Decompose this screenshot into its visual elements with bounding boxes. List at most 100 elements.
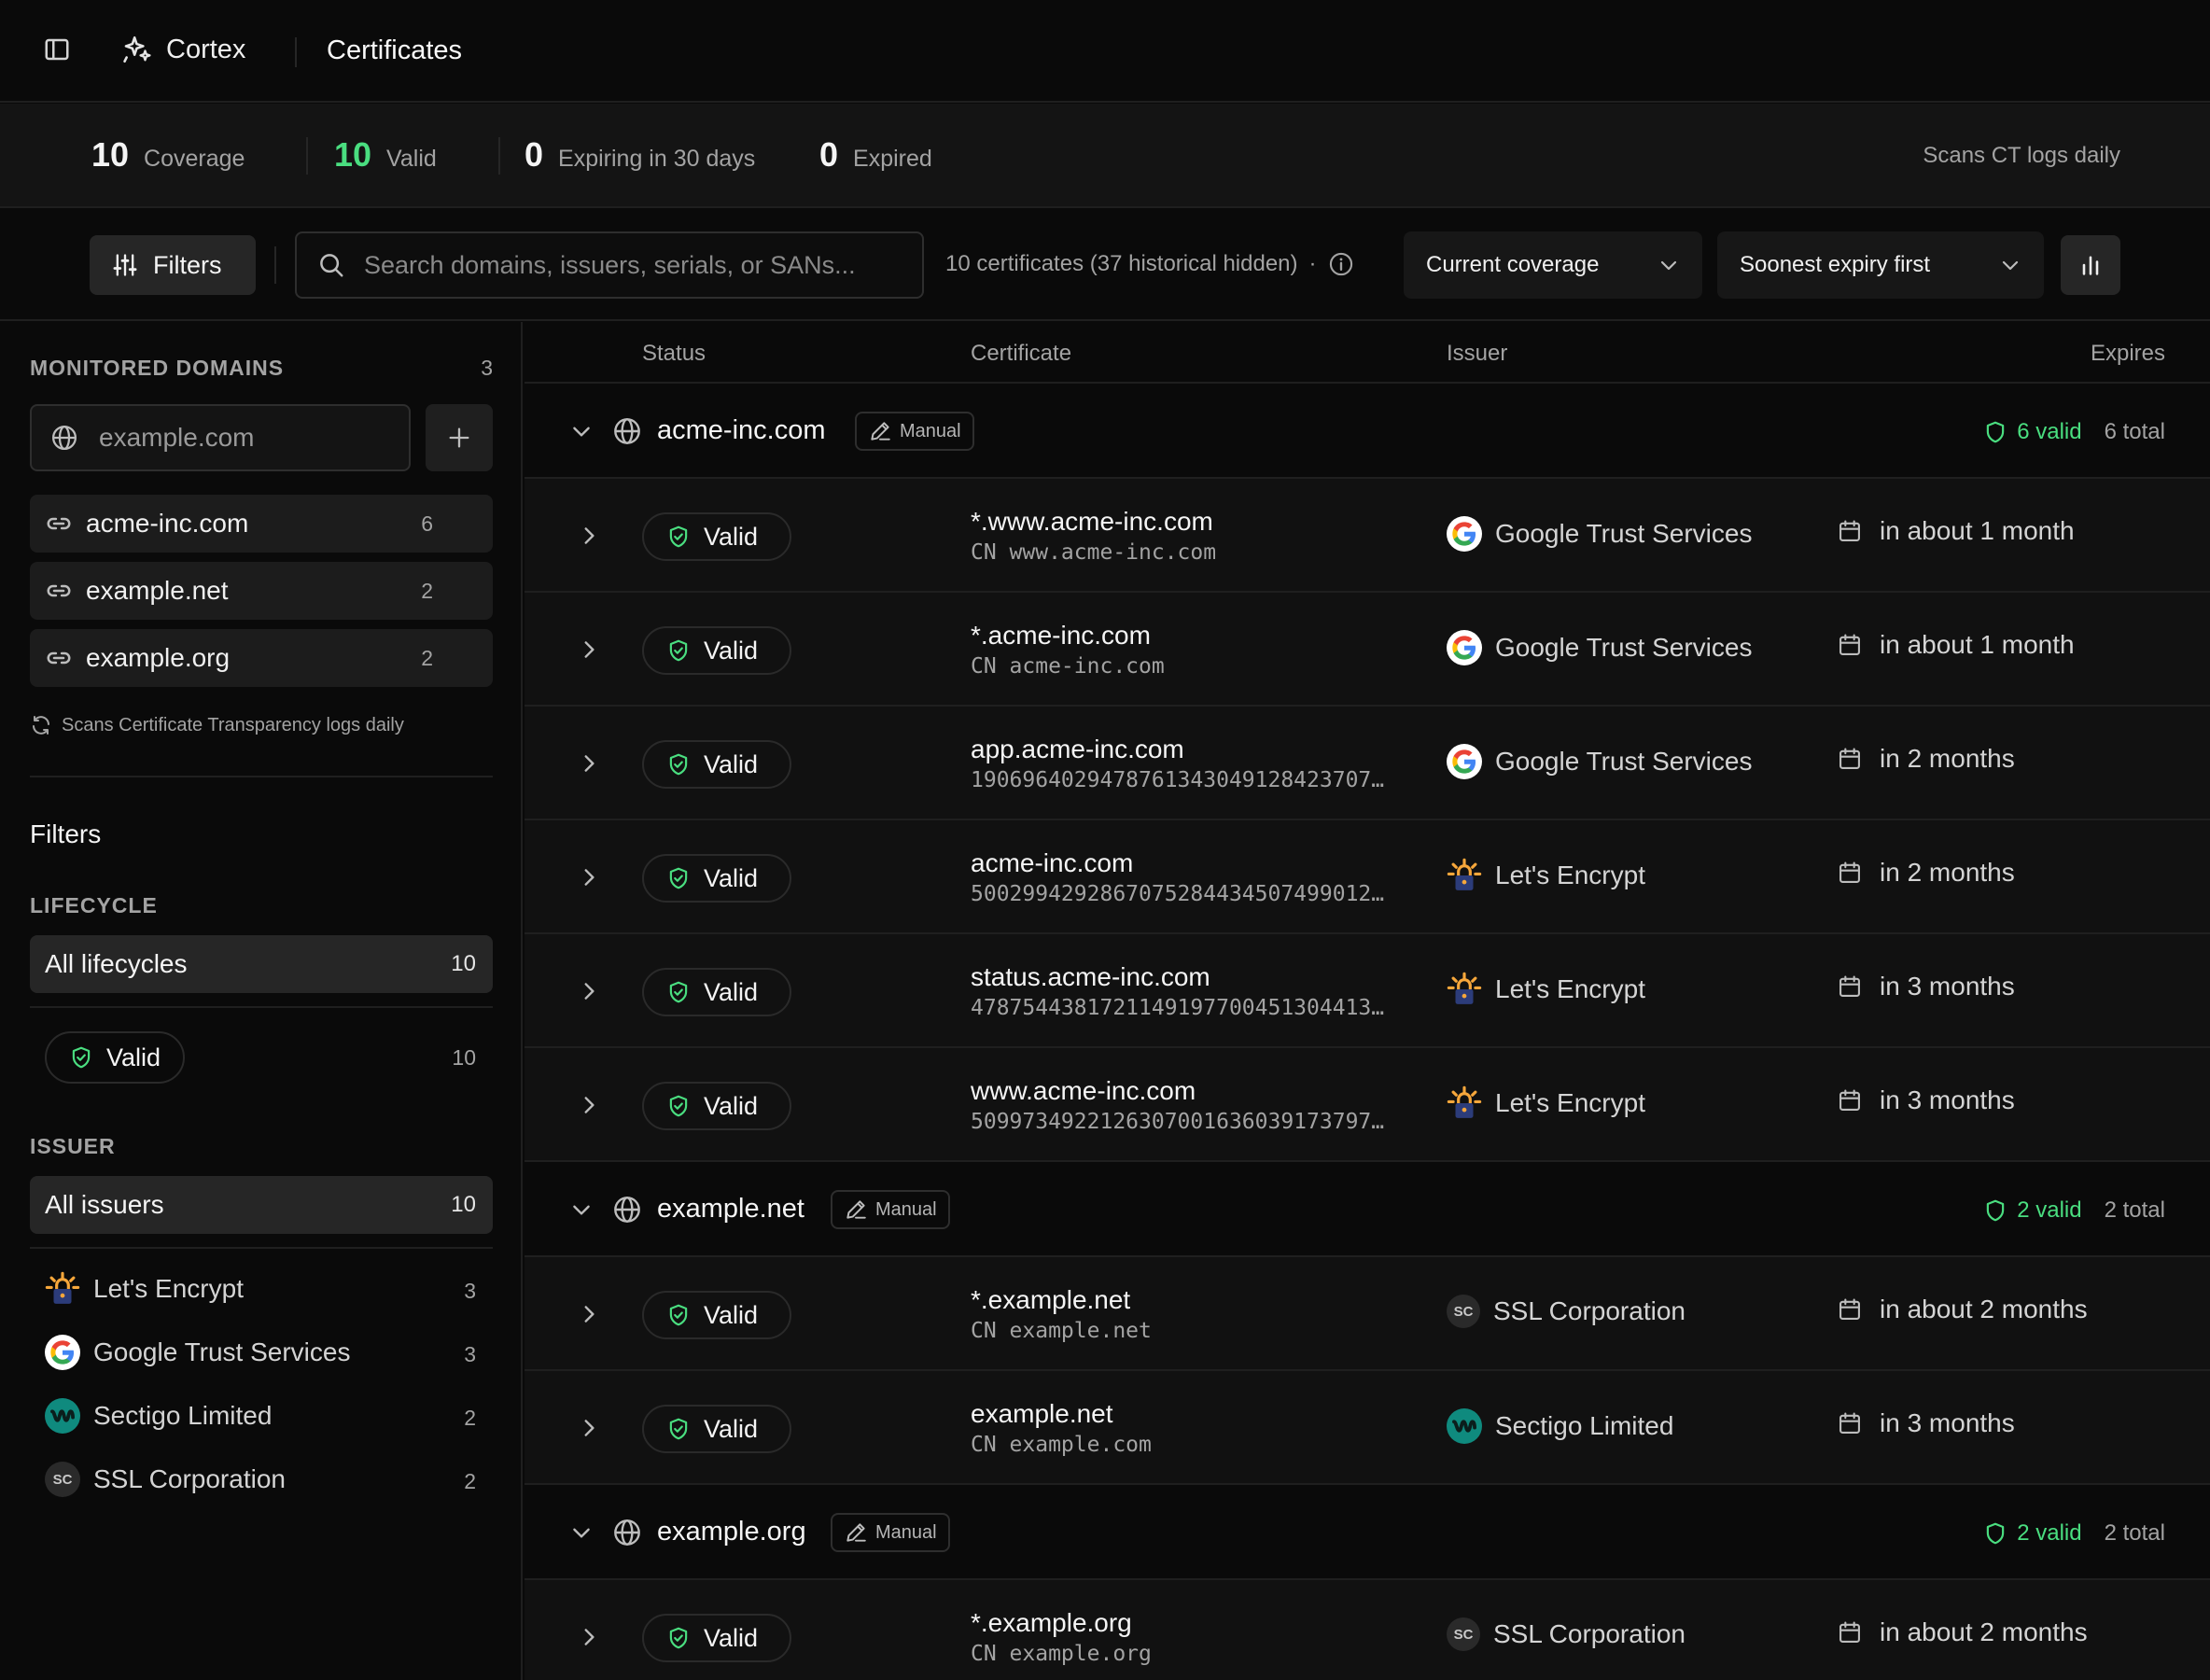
chevron-right-icon[interactable] (577, 524, 601, 548)
globe-icon (612, 1195, 642, 1225)
search-input[interactable] (364, 250, 915, 280)
status-badge: Valid (642, 740, 791, 789)
status-label: Valid (704, 1091, 759, 1120)
shield-icon (1983, 1521, 2007, 1546)
filters-title: Filters (30, 819, 102, 848)
lifecycle-title: LIFECYCLE (30, 893, 158, 917)
certificate-subtitle: CN example.org (971, 1642, 1152, 1666)
stat-expired: 0 Expired (819, 135, 932, 175)
add-domain-field[interactable] (30, 404, 411, 471)
link-icon (45, 577, 73, 605)
column-header-certificate[interactable]: Certificate (971, 341, 1071, 367)
table-row[interactable]: Valid *.example.org CN example.org SC SSL Co… (525, 1580, 2210, 1680)
search-box[interactable] (295, 231, 924, 299)
chevron-right-icon[interactable] (577, 1302, 601, 1326)
table-row[interactable]: Valid www.acme-inc.com 5099734922126307001… (525, 1048, 2210, 1162)
chevron-right-icon[interactable] (577, 1093, 601, 1117)
shield-check-icon (666, 752, 691, 777)
monitored-domain-item[interactable]: acme-inc.com 6 (30, 495, 493, 553)
brand[interactable]: Cortex (121, 34, 245, 65)
expires-text: in about 2 months (1880, 1617, 2088, 1646)
scan-note-text: Scans Certificate Transparency logs dail… (62, 714, 404, 735)
domain-cert-count: 6 (421, 511, 433, 536)
chevron-right-icon[interactable] (577, 979, 601, 1003)
badge-label: Manual (875, 1198, 937, 1220)
status-label: Valid (704, 636, 759, 665)
scan-frequency-note: Scans CT logs daily (1923, 143, 2120, 168)
table-row[interactable]: Valid example.net CN example.com Sectigo Li… (525, 1371, 2210, 1485)
chevron-right-icon[interactable] (577, 865, 601, 889)
group-summary: 6 valid 6 total (1983, 419, 2165, 445)
lets-encrypt-icon (1447, 858, 1482, 893)
status-badge: Valid (642, 854, 791, 903)
filter-count: 10 (451, 1192, 476, 1217)
expires-cell: in 2 months (1837, 744, 2015, 774)
table-row[interactable]: Valid *.acme-inc.com CN acme-inc.com Google… (525, 593, 2210, 707)
link-icon (45, 644, 73, 672)
globe-icon (612, 1518, 642, 1547)
link-icon (45, 510, 73, 538)
filter-issuer-ssl-corporation[interactable]: SC SSL Corporation (45, 1462, 286, 1497)
shield-check-icon (666, 1417, 691, 1441)
filter-issuer-lets-encrypt[interactable]: Let's Encrypt (45, 1271, 244, 1307)
issuer-cell: Google Trust Services (1447, 630, 1752, 665)
certificate-subtitle: 5099734922126307001636039173797… (971, 1110, 1385, 1134)
divider (295, 37, 297, 67)
table-row[interactable]: Valid *.www.acme-inc.com CN www.acme-inc.c… (525, 479, 2210, 593)
chevron-down-icon[interactable] (569, 1520, 594, 1545)
stat-label: Coverage (144, 146, 245, 172)
search-icon (317, 251, 345, 279)
column-header-issuer[interactable]: Issuer (1447, 341, 1507, 367)
chart-view-button[interactable] (2061, 235, 2120, 295)
scan-note: Scans Certificate Transparency logs dail… (30, 714, 404, 736)
group-summary: 2 valid 2 total (1983, 1197, 2165, 1224)
certificate-name: *.example.org (971, 1608, 1132, 1637)
issuer-cell: Sectigo Limited (1447, 1408, 1673, 1444)
sort-select[interactable]: Soonest expiry first (1717, 231, 2044, 299)
stat-label: Valid (386, 146, 437, 172)
filter-issuer-google[interactable]: Google Trust Services (45, 1335, 350, 1370)
status-label: Valid (704, 522, 759, 551)
chevron-right-icon[interactable] (577, 637, 601, 662)
issuer-cell: Let's Encrypt (1447, 858, 1645, 893)
chevron-down-icon[interactable] (569, 1197, 594, 1222)
domain-input[interactable] (99, 423, 398, 453)
domain-group-header[interactable]: example.net Manual 2 valid 2 total (525, 1162, 2210, 1257)
domain-count: 3 (481, 356, 493, 380)
filter-valid[interactable]: Valid (45, 1031, 186, 1084)
table-row[interactable]: Valid *.example.net CN example.net SC SSL Co… (525, 1257, 2210, 1371)
group-total-count: 2 total (2104, 1197, 2165, 1223)
filter-all-issuers[interactable]: All issuers 10 (30, 1176, 493, 1234)
domain-group-header[interactable]: example.org Manual 2 valid 2 total (525, 1485, 2210, 1580)
domain-group-header[interactable]: acme-inc.com Manual 6 valid 6 total (525, 384, 2210, 479)
info-icon[interactable] (1328, 251, 1354, 277)
lets-encrypt-icon (1447, 972, 1482, 1007)
table-row[interactable]: Valid status.acme-inc.com 4787544381721149… (525, 934, 2210, 1048)
chevron-right-icon[interactable] (577, 1416, 601, 1440)
filter-issuer-sectigo[interactable]: Sectigo Limited (45, 1398, 272, 1434)
filter-all-lifecycles[interactable]: All lifecycles 10 (30, 935, 493, 993)
chevron-right-icon[interactable] (577, 751, 601, 776)
table-row[interactable]: Valid acme-inc.com 50029942928670752844345… (525, 820, 2210, 934)
monitored-domain-item[interactable]: example.org 2 (30, 629, 493, 687)
page-title: Certificates (327, 35, 463, 65)
calendar-icon (1837, 973, 1863, 1000)
add-domain-button[interactable] (426, 404, 493, 471)
filters-button[interactable]: Filters (90, 235, 256, 295)
column-header-status[interactable]: Status (642, 341, 706, 367)
certificate-subtitle: 4787544381721149197700451304413… (971, 996, 1385, 1020)
expires-cell: in 3 months (1837, 972, 2015, 1001)
certificate-name: www.acme-inc.com (971, 1076, 1196, 1105)
chevron-right-icon[interactable] (577, 1625, 601, 1649)
domain-name: example.net (86, 576, 229, 605)
column-header-expires[interactable]: Expires (2091, 341, 2165, 367)
monitored-domain-item[interactable]: example.net 2 (30, 562, 493, 620)
shield-check-icon (666, 1303, 691, 1327)
shield-check-icon (666, 638, 691, 663)
table-row[interactable]: Valid app.acme-inc.com 1906964029478761343… (525, 707, 2210, 820)
status-badge: Valid (642, 1082, 791, 1130)
coverage-select[interactable]: Current coverage (1404, 231, 1702, 299)
sidebar-toggle-icon[interactable] (43, 35, 75, 67)
calendar-icon (1837, 632, 1863, 658)
chevron-down-icon[interactable] (569, 419, 594, 443)
